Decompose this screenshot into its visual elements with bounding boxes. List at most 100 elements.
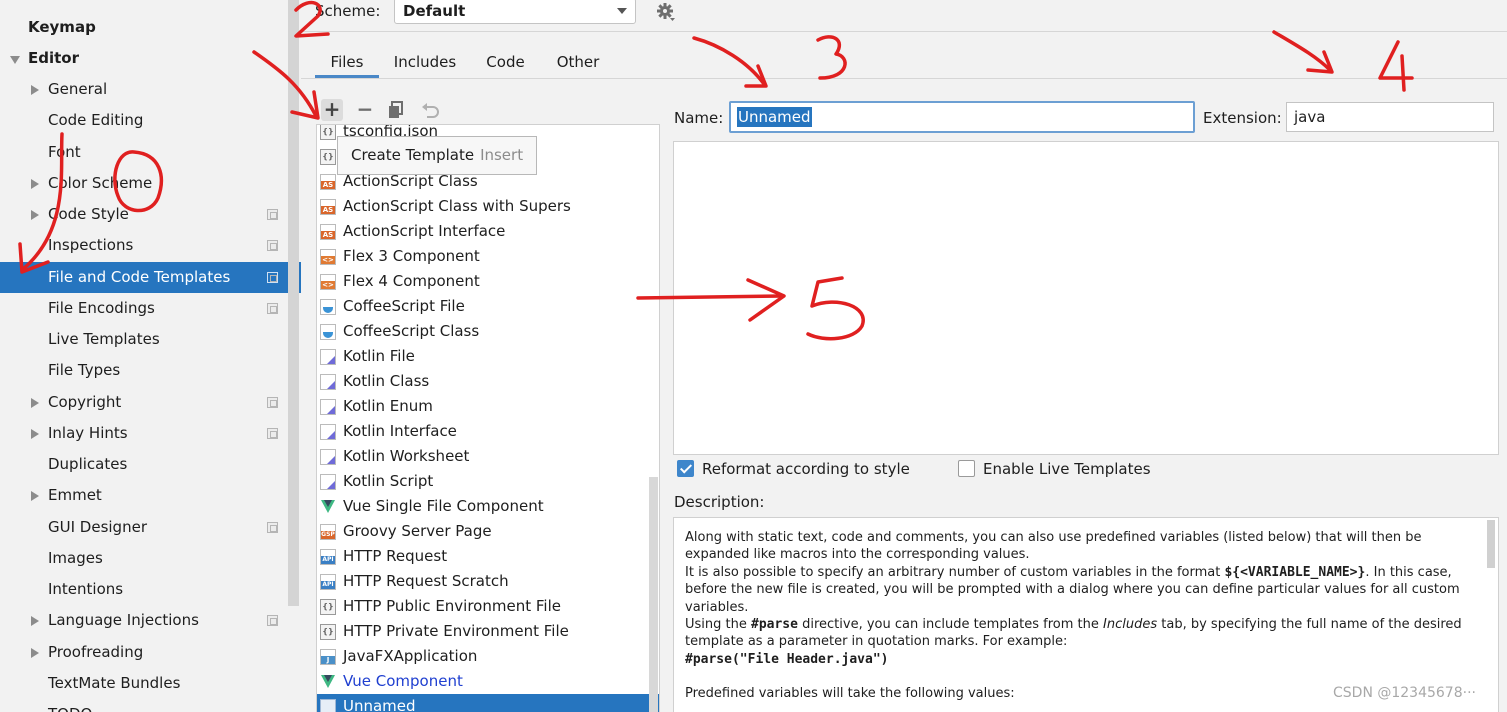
description-scrollbar[interactable] — [1487, 520, 1495, 568]
list-item[interactable]: JavaFXApplication — [317, 644, 659, 669]
coffeescript-icon — [320, 299, 336, 315]
collapsed-arrow-icon[interactable] — [31, 210, 39, 220]
live-templates-checkbox[interactable] — [958, 460, 975, 477]
list-item[interactable]: Flex 3 Component — [317, 244, 659, 269]
settings-tree: Keymap Editor General Code Editing Font … — [0, 0, 301, 712]
collapsed-arrow-icon[interactable] — [31, 491, 39, 501]
tab-code[interactable]: Code — [477, 50, 534, 78]
sidebar-item-font[interactable]: Font — [0, 137, 301, 168]
scheme-value: Default — [403, 2, 466, 20]
template-list[interactable]: {}tsconfig.json {} ActionScript Class Ac… — [316, 124, 660, 712]
list-item[interactable]: CoffeeScript Class — [317, 319, 659, 344]
json-file-icon: {} — [320, 599, 336, 615]
list-item[interactable]: Flex 4 Component — [317, 269, 659, 294]
sidebar-item-emmet[interactable]: Emmet — [0, 480, 301, 511]
list-item[interactable]: CoffeeScript File — [317, 294, 659, 319]
sidebar-item-images[interactable]: Images — [0, 543, 301, 574]
project-settings-icon — [267, 428, 278, 439]
list-item[interactable]: HTTP Request Scratch — [317, 569, 659, 594]
collapsed-arrow-icon[interactable] — [31, 429, 39, 439]
list-item[interactable]: {} HTTP Private Environment File — [317, 619, 659, 644]
sidebar-item-textmate-bundles[interactable]: TextMate Bundles — [0, 668, 301, 699]
sidebar-item-file-and-code-templates[interactable]: File and Code Templates — [0, 262, 301, 293]
sidebar-item-color-scheme[interactable]: Color Scheme — [0, 168, 301, 199]
sidebar-item-live-templates[interactable]: Live Templates — [0, 324, 301, 355]
sidebar-item-code-style[interactable]: Code Style — [0, 199, 301, 230]
collapsed-arrow-icon[interactable] — [31, 648, 39, 658]
project-settings-icon — [267, 272, 278, 283]
list-item[interactable]: Kotlin File — [317, 344, 659, 369]
expanded-arrow-icon[interactable] — [10, 56, 20, 64]
gear-icon[interactable] — [654, 1, 676, 23]
description-panel: Along with static text, code and comment… — [673, 517, 1499, 712]
sidebar-item-general[interactable]: General — [0, 74, 301, 105]
list-item[interactable]: HTTP Request — [317, 544, 659, 569]
sidebar-item-duplicates[interactable]: Duplicates — [0, 449, 301, 480]
list-item[interactable]: Kotlin Class — [317, 369, 659, 394]
sidebar-item-editor[interactable]: Editor — [0, 43, 301, 74]
sidebar-item-file-encodings[interactable]: File Encodings — [0, 293, 301, 324]
sidebar-item-inlay-hints[interactable]: Inlay Hints — [0, 418, 301, 449]
tab-includes[interactable]: Includes — [387, 50, 463, 78]
coffeescript-icon — [320, 324, 336, 340]
sidebar-item-inspections[interactable]: Inspections — [0, 230, 301, 261]
kotlin-icon — [320, 424, 336, 440]
divider — [301, 31, 1507, 32]
live-templates-label[interactable]: Enable Live Templates — [983, 458, 1151, 480]
list-item[interactable]: Groovy Server Page — [317, 519, 659, 544]
actionscript-icon — [320, 224, 336, 240]
project-settings-icon — [267, 397, 278, 408]
actionscript-icon — [320, 199, 336, 215]
sidebar-item-proofreading[interactable]: Proofreading — [0, 637, 301, 668]
list-item-selected[interactable]: Unnamed — [317, 694, 659, 712]
sidebar-scrollbar[interactable] — [288, 0, 299, 606]
actionscript-icon — [320, 174, 336, 190]
name-field[interactable]: Unnamed — [729, 101, 1195, 133]
extension-field[interactable]: java — [1286, 102, 1494, 132]
reformat-checkbox[interactable] — [677, 460, 694, 477]
sidebar-item-intentions[interactable]: Intentions — [0, 574, 301, 605]
sidebar-item-code-editing[interactable]: Code Editing — [0, 105, 301, 136]
sidebar-item-gui-designer[interactable]: GUI Designer — [0, 512, 301, 543]
sidebar-item-file-types[interactable]: File Types — [0, 355, 301, 386]
list-item[interactable]: ActionScript Class with Supers — [317, 194, 659, 219]
add-template-button[interactable]: + — [321, 99, 343, 121]
sidebar-item-todo[interactable]: TODO — [0, 699, 301, 712]
list-item[interactable]: Kotlin Enum — [317, 394, 659, 419]
kotlin-icon — [320, 349, 336, 365]
list-item[interactable]: Kotlin Interface — [317, 419, 659, 444]
collapsed-arrow-icon[interactable] — [31, 85, 39, 95]
project-settings-icon — [267, 209, 278, 220]
scheme-label: Scheme: — [315, 2, 381, 20]
reset-icon[interactable] — [419, 99, 441, 121]
remove-template-button[interactable]: − — [354, 99, 376, 121]
reformat-label[interactable]: Reformat according to style — [702, 458, 910, 480]
api-icon — [320, 549, 336, 565]
collapsed-arrow-icon[interactable] — [31, 616, 39, 626]
list-item[interactable]: Kotlin Script — [317, 469, 659, 494]
project-settings-icon — [267, 522, 278, 533]
template-icon — [320, 699, 336, 712]
template-list-toolbar: + − — [316, 96, 660, 124]
list-item[interactable]: Kotlin Worksheet — [317, 444, 659, 469]
copy-icon[interactable] — [386, 99, 408, 121]
description-label: Description: — [674, 493, 765, 511]
list-item[interactable]: {} HTTP Public Environment File — [317, 594, 659, 619]
list-item[interactable]: Vue Single File Component — [317, 494, 659, 519]
name-label: Name: — [674, 109, 724, 127]
tab-files[interactable]: Files — [315, 50, 379, 78]
sidebar-item-copyright[interactable]: Copyright — [0, 387, 301, 418]
kotlin-icon — [320, 449, 336, 465]
template-editor[interactable] — [673, 141, 1499, 455]
list-item[interactable]: ActionScript Interface — [317, 219, 659, 244]
tooltip-shortcut: Insert — [480, 146, 524, 164]
sidebar-item-keymap[interactable]: Keymap — [0, 12, 301, 43]
list-scrollbar[interactable] — [649, 477, 658, 712]
collapsed-arrow-icon[interactable] — [31, 398, 39, 408]
scheme-dropdown[interactable]: Default — [394, 0, 636, 24]
vue-icon — [320, 499, 336, 515]
collapsed-arrow-icon[interactable] — [31, 179, 39, 189]
tab-other[interactable]: Other — [547, 50, 609, 78]
list-item[interactable]: Vue Component — [317, 669, 659, 694]
sidebar-item-language-injections[interactable]: Language Injections — [0, 605, 301, 636]
